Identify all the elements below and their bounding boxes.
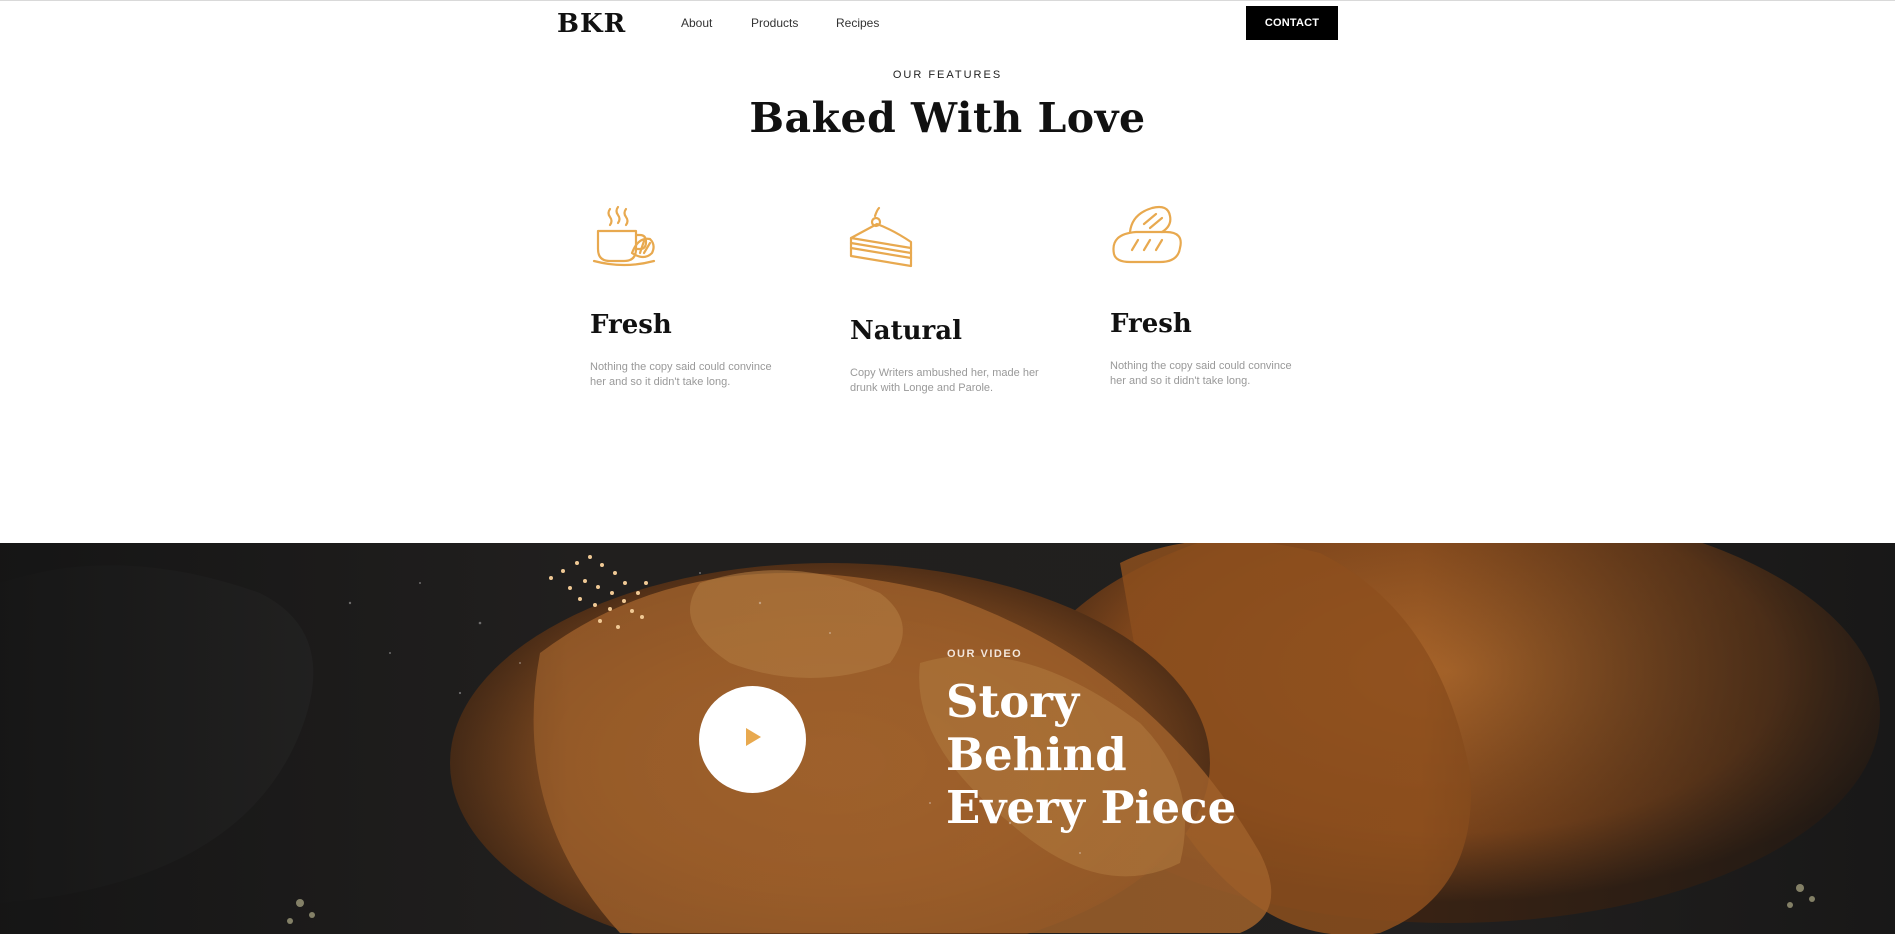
feature-title: Fresh [1110, 309, 1192, 339]
top-nav: BKR About Products Recipes CONTACT [0, 0, 1895, 46]
features-eyebrow: OUR FEATURES [892, 69, 1003, 81]
feature-description: Copy Writers ambushed her, made her drun… [850, 367, 1039, 394]
brand-logo[interactable]: BKR [557, 9, 626, 39]
nav-link-products[interactable]: Products [751, 16, 798, 30]
feature-description: Nothing the copy said could convince her… [590, 361, 772, 388]
video-title-line: Behind [946, 728, 1127, 781]
video-eyebrow: OUR VIDEO [947, 648, 1023, 660]
play-icon [744, 727, 762, 752]
coffee-croissant-icon [588, 201, 668, 281]
video-title-line: Every Piece [946, 781, 1237, 834]
video-section: OUR VIDEO Story Behind Every Piece [0, 543, 1895, 934]
feature-title: Natural [850, 316, 962, 346]
nav-link-recipes[interactable]: Recipes [836, 16, 879, 30]
video-title-line: Story [946, 675, 1080, 728]
nav-link-about[interactable]: About [681, 16, 712, 30]
feature-description: Nothing the copy said could convince her… [1110, 360, 1292, 387]
video-play-button[interactable] [699, 686, 806, 793]
cake-slice-icon [845, 202, 925, 282]
features-title: Baked With Love [749, 94, 1146, 142]
bread-loaf-icon [1108, 200, 1188, 280]
contact-button[interactable]: CONTACT [1246, 6, 1338, 40]
video-title: Story Behind Every Piece [946, 675, 1366, 834]
feature-title: Fresh [590, 310, 672, 340]
